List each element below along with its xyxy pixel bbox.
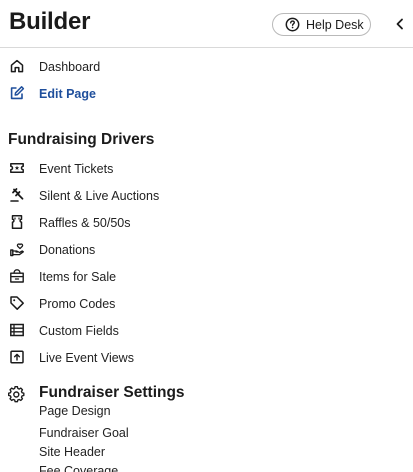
ticket-icon: [9, 160, 25, 176]
help-desk-button[interactable]: Help Desk: [272, 13, 371, 36]
nav-item-label: Items for Sale: [39, 270, 117, 284]
storefront-icon: [9, 268, 25, 284]
nav-item-custom-fields[interactable]: Custom Fields: [0, 319, 413, 343]
settings-item-fee-coverage[interactable]: Fee Coverage: [39, 464, 118, 472]
nav-item-label: Custom Fields: [39, 324, 119, 338]
help-circle-icon: [285, 17, 300, 32]
nav-item-label: Donations: [39, 243, 96, 257]
raffle-ticket-icon: [9, 214, 25, 230]
app-title: Builder: [9, 8, 91, 35]
settings-item-page-design[interactable]: Page Design: [39, 404, 111, 418]
donation-hand-icon: [9, 241, 25, 257]
nav-item-items-for-sale[interactable]: Items for Sale: [0, 265, 413, 289]
nav-item-event-tickets[interactable]: Event Tickets: [0, 157, 413, 181]
nav-item-label: Event Tickets: [39, 162, 114, 176]
nav-item-label: Dashboard: [39, 60, 101, 74]
nav-item-raffles[interactable]: Raffles & 50/50s: [0, 211, 413, 235]
nav-item-label: Edit Page: [39, 87, 96, 101]
list-fields-icon: [9, 322, 25, 338]
nav-item-label: Live Event Views: [39, 351, 134, 365]
nav-item-donations[interactable]: Donations: [0, 238, 413, 262]
nav-item-label: Silent & Live Auctions: [39, 189, 160, 203]
gear-icon: [8, 385, 25, 403]
settings-item-site-header[interactable]: Site Header: [39, 445, 105, 459]
fundraiser-settings-heading: Fundraiser Settings: [39, 384, 185, 401]
nav-item-promo-codes[interactable]: Promo Codes: [0, 292, 413, 316]
nav-item-dashboard[interactable]: Dashboard: [0, 55, 413, 79]
chevron-left-icon: [396, 18, 403, 30]
app-header: Builder Help Desk: [0, 0, 413, 48]
fundraising-drivers-heading: Fundraising Drivers: [8, 131, 155, 148]
edit-pencil-icon: [9, 85, 25, 101]
gavel-icon: [9, 187, 25, 203]
settings-item-fundraiser-goal[interactable]: Fundraiser Goal: [39, 426, 129, 440]
home-icon: [9, 58, 25, 74]
help-desk-label: Help Desk: [306, 17, 364, 32]
tag-icon: [9, 295, 25, 311]
nav-item-live-event-views[interactable]: Live Event Views: [0, 346, 413, 370]
fundraiser-settings-section[interactable]: Fundraiser Settings: [0, 383, 413, 405]
upload-screen-icon: [9, 349, 25, 365]
nav-item-label: Raffles & 50/50s: [39, 216, 131, 230]
nav-item-auctions[interactable]: Silent & Live Auctions: [0, 184, 413, 208]
nav-item-label: Promo Codes: [39, 297, 116, 311]
nav-item-edit-page[interactable]: Edit Page: [0, 82, 413, 106]
collapse-sidebar-button[interactable]: [392, 15, 408, 33]
